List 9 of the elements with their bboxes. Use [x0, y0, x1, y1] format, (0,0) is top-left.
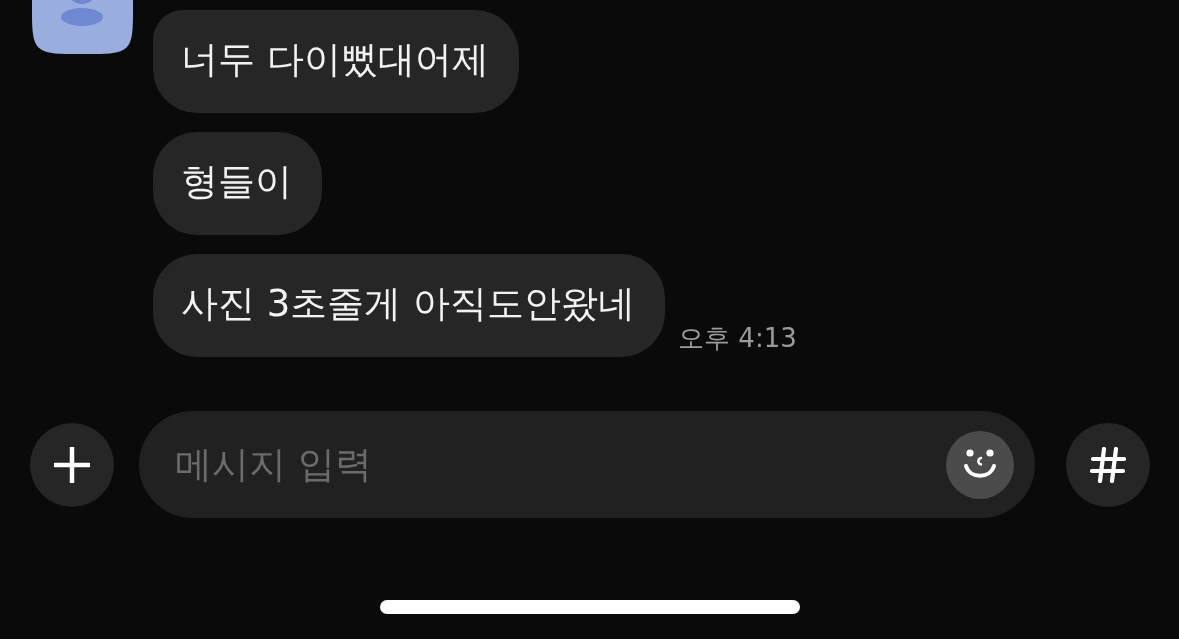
message-bubble: 너두 다이뻤대어제 [153, 10, 519, 113]
smiley-icon [962, 448, 998, 481]
message-field[interactable]: 메시지 입력 [139, 411, 1035, 518]
plus-icon [54, 446, 90, 483]
hash-icon [1090, 446, 1126, 483]
message-bubble: 형들이 [153, 132, 322, 235]
message-bubble: 사진 3초줄게 아직도안왔네 [153, 254, 666, 357]
message-time: 오후 4:13 [678, 322, 797, 355]
message-input[interactable]: 메시지 입력 [175, 434, 934, 495]
